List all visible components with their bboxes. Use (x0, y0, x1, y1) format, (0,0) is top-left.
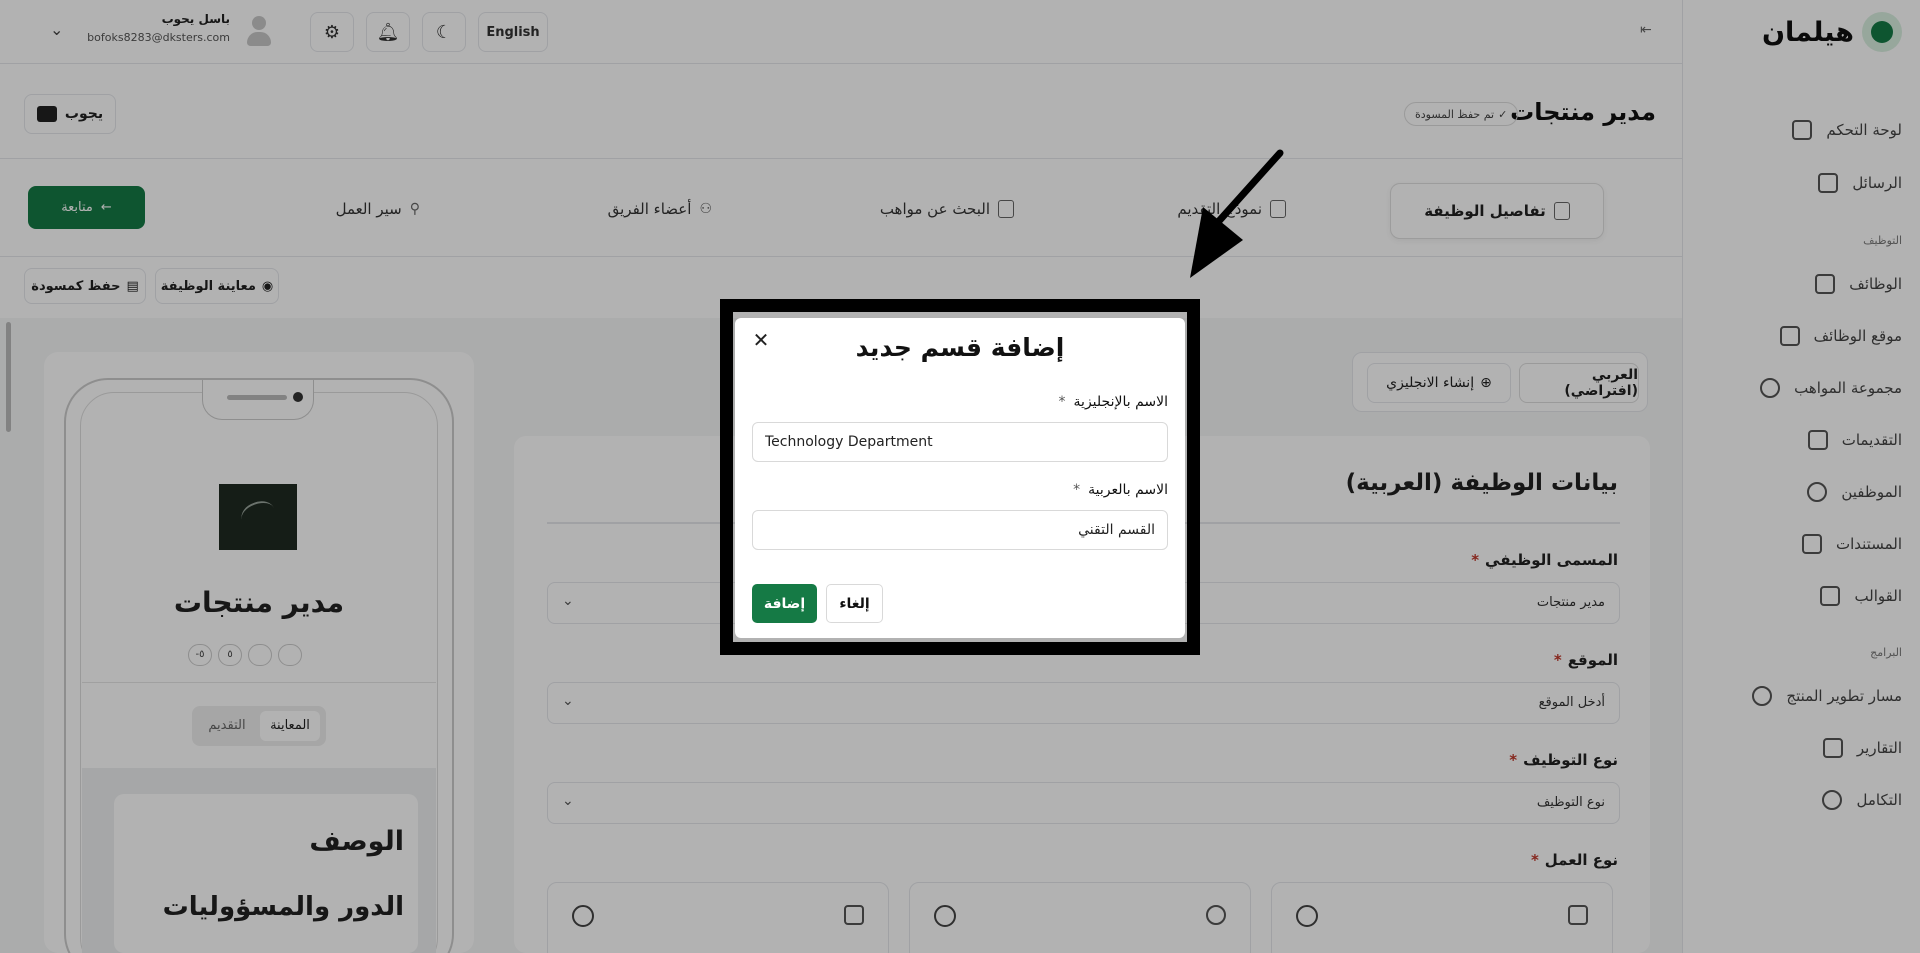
add-button[interactable]: إضافة (752, 584, 817, 623)
label-text: الاسم بالإنجليزية (1073, 394, 1168, 410)
label-text: الاسم بالعربية (1088, 482, 1168, 498)
cancel-button[interactable]: إلغاء (826, 584, 883, 623)
english-name-label: الاسم بالإنجليزية * (1059, 394, 1168, 410)
modal-title: إضافة قسم جديد (855, 333, 1065, 362)
required-mark: * (1073, 482, 1081, 498)
english-name-input[interactable] (752, 422, 1168, 462)
arabic-name-label: الاسم بالعربية * (1073, 482, 1168, 498)
arabic-name-input[interactable] (752, 510, 1168, 550)
required-mark: * (1058, 394, 1066, 410)
